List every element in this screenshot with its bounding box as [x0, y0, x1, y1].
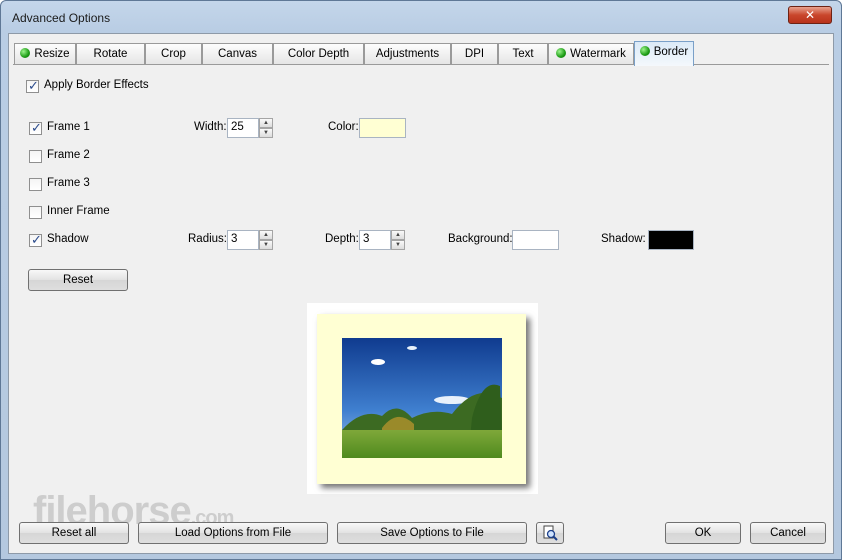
spin-down-icon[interactable]: ▼ [259, 128, 273, 138]
save-options-button[interactable]: Save Options to File [337, 522, 527, 544]
border-preview [307, 303, 538, 494]
tab-watermark[interactable]: Watermark [548, 43, 634, 65]
close-icon[interactable]: ✕ [805, 8, 815, 22]
frame2-label: Frame 2 [47, 149, 90, 161]
tab-label: Rotate [93, 48, 128, 60]
ok-button[interactable]: OK [665, 522, 741, 544]
checkmark-icon: ✓ [31, 232, 42, 247]
tab-label: Border [653, 46, 689, 58]
frame1-label: Frame 1 [47, 121, 90, 133]
advanced-options-window: Advanced Options ✕ Resize Rotate Crop Ca… [0, 0, 842, 560]
frame1-checkbox[interactable]: ✓ [29, 120, 42, 135]
frame3-checkbox[interactable] [29, 178, 42, 191]
radius-input[interactable]: 3 [227, 230, 259, 250]
tab-crop[interactable]: Crop [145, 43, 202, 65]
status-dot-icon [556, 48, 567, 58]
apply-border-effects-checkbox[interactable]: ✓ [26, 78, 39, 93]
checkmark-icon: ✓ [28, 78, 39, 93]
tab-dpi[interactable]: DPI [451, 43, 498, 65]
tab-color-depth[interactable]: Color Depth [273, 43, 364, 65]
radius-spinner[interactable]: ▲ ▼ [259, 230, 273, 250]
radius-label: Radius: [188, 233, 227, 245]
width-spinner[interactable]: ▲ ▼ [259, 118, 273, 138]
tab-border[interactable]: Border [634, 41, 694, 66]
tab-label: Resize [34, 48, 70, 60]
apply-border-effects-label: Apply Border Effects [44, 79, 149, 91]
tab-label: Color Depth [287, 48, 350, 60]
preview-photo [342, 338, 502, 458]
background-color-swatch[interactable] [512, 230, 559, 250]
checkmark-icon: ✓ [31, 120, 42, 135]
tab-label: DPI [464, 48, 485, 60]
shadow-checkbox[interactable]: ✓ [29, 232, 42, 247]
landscape-photo-icon [342, 338, 502, 458]
title-bar[interactable]: Advanced Options ✕ [1, 1, 841, 33]
tab-label: Watermark [570, 48, 626, 60]
tab-adjustments[interactable]: Adjustments [364, 43, 451, 65]
window-title: Advanced Options [12, 11, 111, 25]
preview-button[interactable] [536, 522, 564, 544]
spin-up-icon[interactable]: ▲ [391, 230, 405, 240]
close-button[interactable]: ✕ [788, 6, 832, 24]
shadow-label: Shadow [47, 233, 89, 245]
spin-down-icon[interactable]: ▼ [391, 240, 405, 250]
shadow-color-label: Shadow: [601, 233, 646, 245]
spin-down-icon[interactable]: ▼ [259, 240, 273, 250]
shadow-color-swatch[interactable] [648, 230, 694, 250]
depth-spinner[interactable]: ▲ ▼ [391, 230, 405, 250]
dialog-footer: Reset all Load Options from File Save Op… [9, 514, 833, 554]
status-dot-icon [20, 48, 31, 58]
tab-rotate[interactable]: Rotate [76, 43, 145, 65]
depth-label: Depth: [325, 233, 359, 245]
inner-frame-label: Inner Frame [47, 205, 110, 217]
preview-border-frame [317, 314, 526, 484]
tab-label: Text [512, 48, 534, 60]
tab-label: Canvas [218, 48, 257, 60]
frame3-label: Frame 3 [47, 177, 90, 189]
reset-button[interactable]: Reset [28, 269, 128, 291]
background-label: Background: [448, 233, 513, 245]
frame-color-swatch[interactable] [359, 118, 406, 138]
frame2-checkbox[interactable] [29, 150, 42, 163]
tab-label: Crop [161, 48, 186, 60]
inner-frame-checkbox[interactable] [29, 206, 42, 219]
cancel-button[interactable]: Cancel [750, 522, 826, 544]
dialog-client-area: Resize Rotate Crop Canvas Color Depth Ad… [8, 33, 834, 554]
status-dot-icon [639, 46, 650, 56]
border-tab-panel: ✓ Apply Border Effects ✓ Frame 1 Width: … [13, 64, 829, 514]
tab-resize[interactable]: Resize [14, 43, 76, 65]
width-input[interactable]: 25 [227, 118, 259, 138]
depth-input[interactable]: 3 [359, 230, 391, 250]
tab-canvas[interactable]: Canvas [202, 43, 273, 65]
reset-all-button[interactable]: Reset all [19, 522, 129, 544]
width-label: Width: [194, 121, 227, 133]
spin-up-icon[interactable]: ▲ [259, 230, 273, 240]
tab-text[interactable]: Text [498, 43, 548, 65]
color-label: Color: [328, 121, 359, 133]
spin-up-icon[interactable]: ▲ [259, 118, 273, 128]
tab-label: Adjustments [375, 48, 440, 60]
magnifier-document-icon [543, 525, 558, 541]
load-options-button[interactable]: Load Options from File [138, 522, 328, 544]
